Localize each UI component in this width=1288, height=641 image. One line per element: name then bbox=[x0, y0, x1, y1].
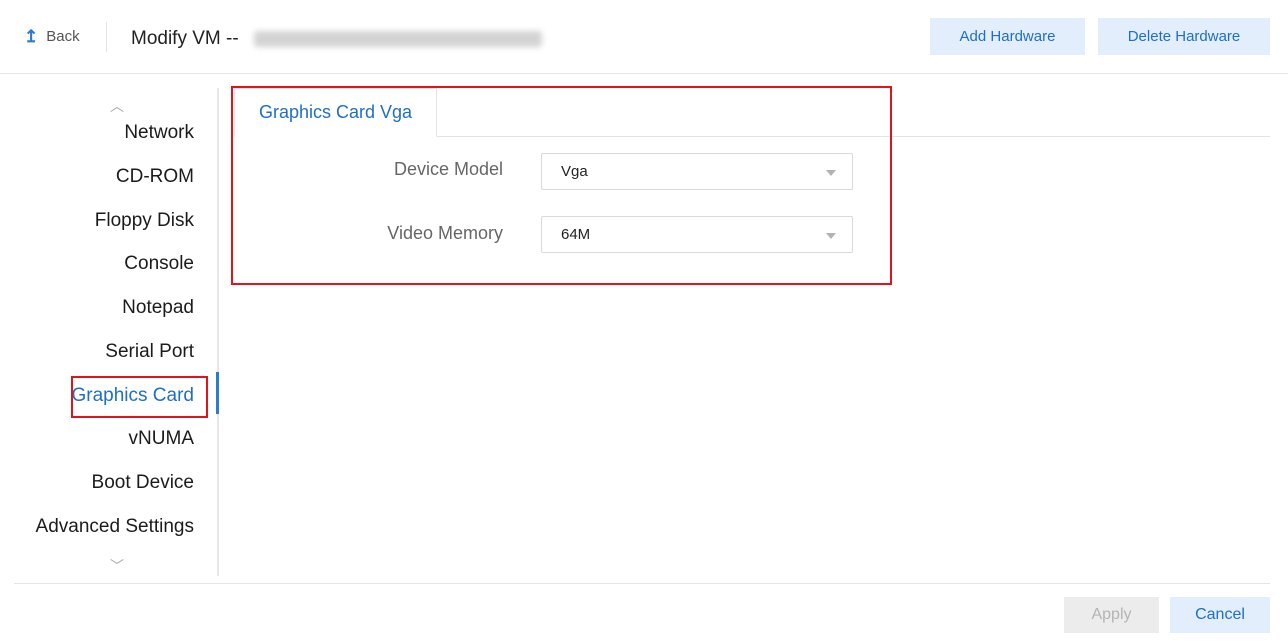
highlight-box-panel bbox=[231, 86, 892, 285]
sidebar-active-indicator bbox=[216, 372, 219, 414]
delete-hardware-button[interactable]: Delete Hardware bbox=[1098, 18, 1270, 55]
header-divider bbox=[106, 22, 107, 52]
cancel-button[interactable]: Cancel bbox=[1170, 597, 1270, 633]
sidebar-item-cd-rom[interactable]: CD-ROM bbox=[116, 166, 194, 188]
apply-button: Apply bbox=[1064, 597, 1159, 633]
chevron-down-icon[interactable]: ﹀ bbox=[108, 556, 126, 576]
sidebar-item-console[interactable]: Console bbox=[124, 253, 194, 275]
redacted-vm-name bbox=[254, 31, 542, 47]
footer-divider bbox=[14, 583, 1270, 584]
chevron-up-icon[interactable]: ︿ bbox=[108, 96, 126, 116]
add-hardware-button[interactable]: Add Hardware bbox=[930, 18, 1085, 55]
sidebar-item-floppy-disk[interactable]: Floppy Disk bbox=[95, 210, 194, 232]
back-label: Back bbox=[46, 28, 80, 45]
highlight-box-sidebar bbox=[71, 376, 208, 418]
page-title: Modify VM -- bbox=[131, 28, 239, 49]
sidebar-item-network[interactable]: Network bbox=[124, 122, 194, 144]
sidebar-item-vnuma[interactable]: vNUMA bbox=[129, 428, 194, 450]
sidebar-item-advanced-settings[interactable]: Advanced Settings bbox=[36, 516, 194, 538]
sidebar-item-notepad[interactable]: Notepad bbox=[122, 297, 194, 319]
back-button[interactable]: ↥ Back bbox=[24, 28, 80, 45]
sidebar-item-serial-port[interactable]: Serial Port bbox=[105, 341, 194, 363]
sidebar-divider bbox=[217, 88, 219, 576]
sidebar-item-boot-device[interactable]: Boot Device bbox=[92, 472, 194, 494]
back-arrow-icon: ↥ bbox=[24, 27, 39, 46]
header-bar: ↥ Back Modify VM -- Add Hardware Delete … bbox=[0, 0, 1288, 74]
